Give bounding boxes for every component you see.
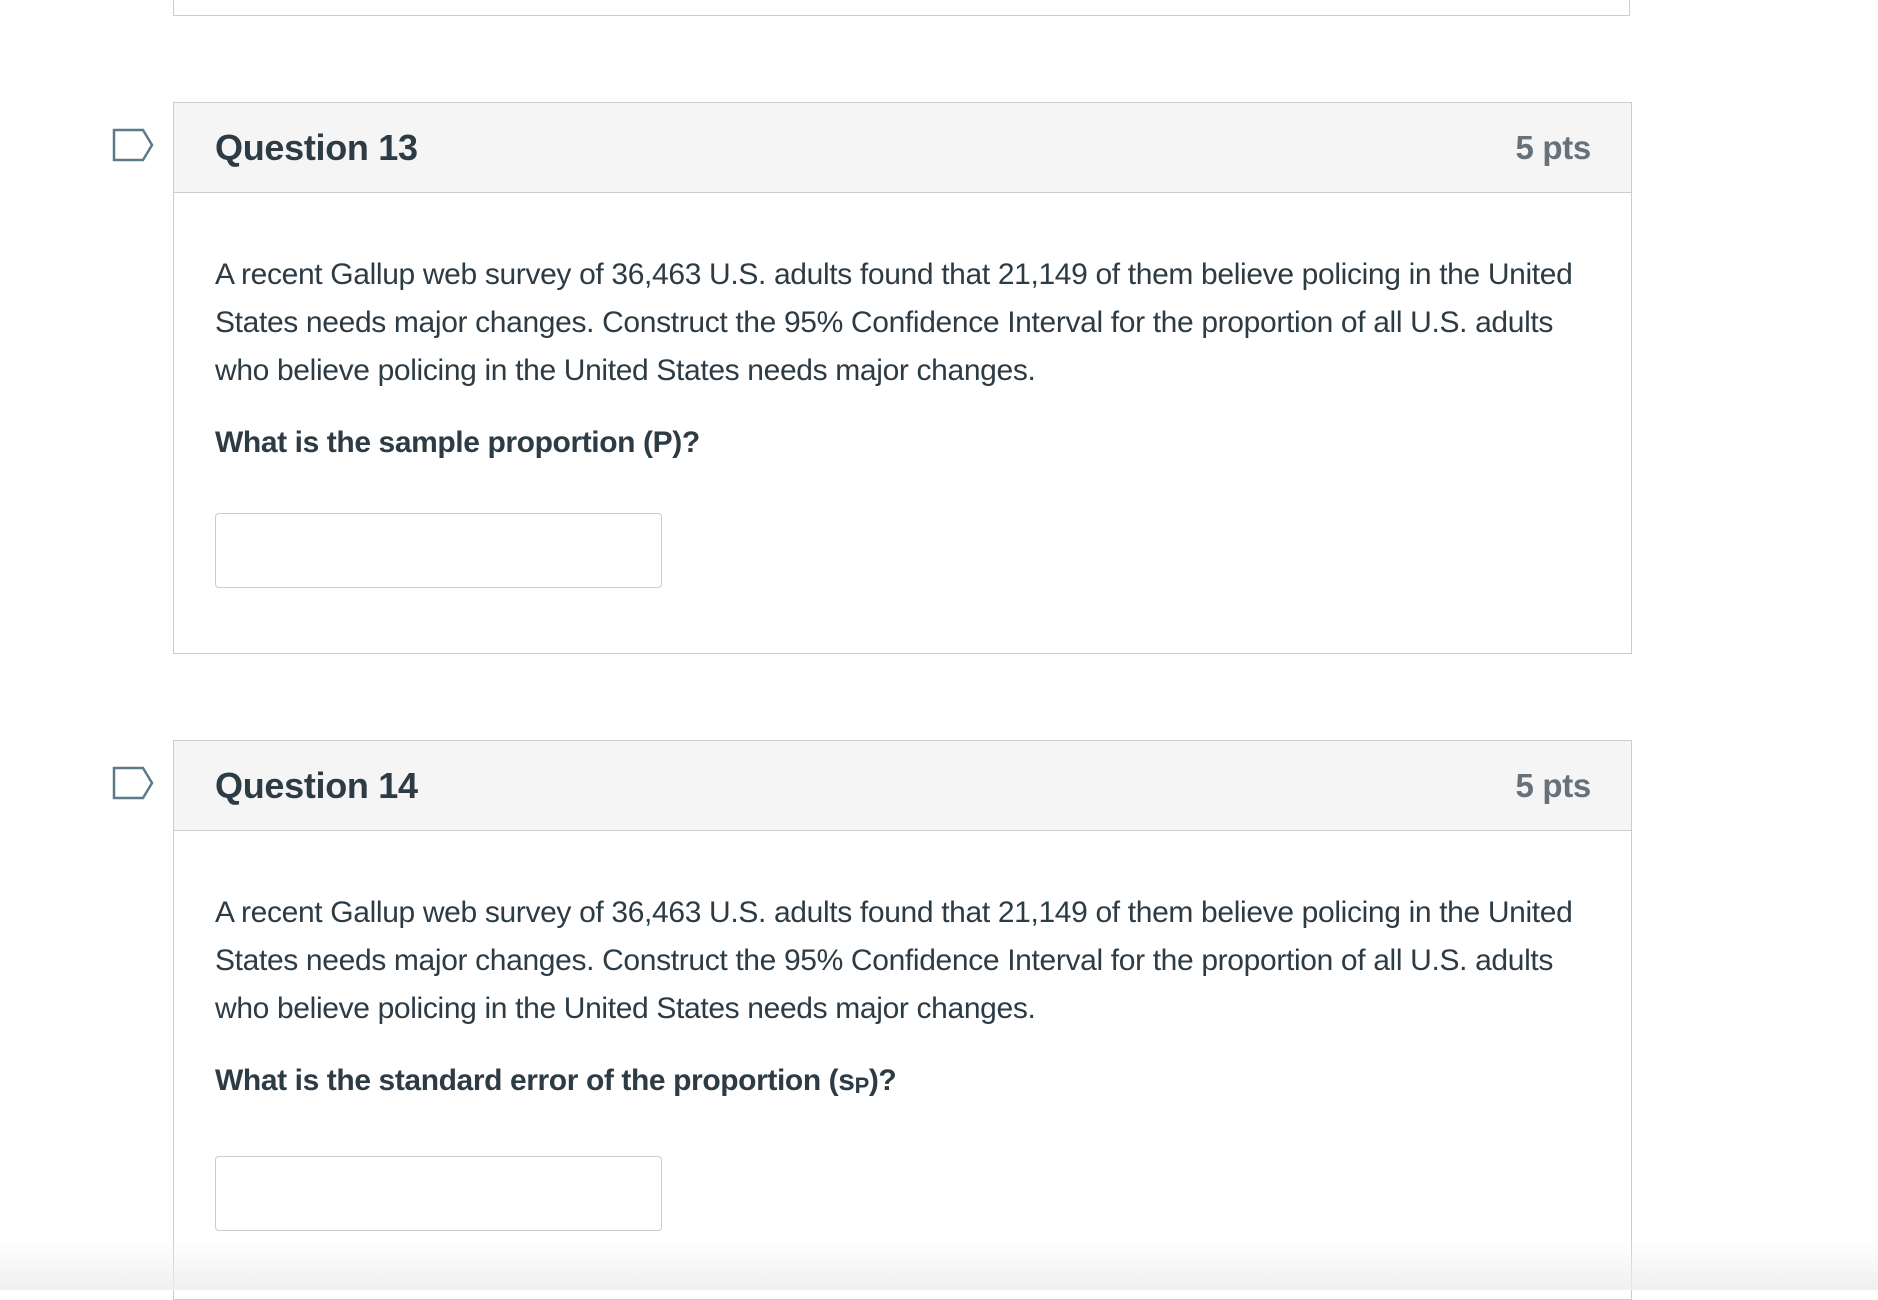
question-14-card: Question 14 5 pts A recent Gallup web su…	[173, 740, 1632, 1300]
question-13-points: 5 pts	[1515, 128, 1591, 166]
question-13-title: Question 13	[215, 126, 418, 168]
question-13-answer-input[interactable]	[215, 513, 662, 588]
question-13-text: A recent Gallup web survey of 36,463 U.S…	[215, 258, 1573, 387]
question-14-answer-input[interactable]	[215, 1156, 662, 1231]
question-13-card: Question 13 5 pts A recent Gallup web su…	[173, 102, 1632, 654]
question-14-prompt-subscript: P	[854, 1073, 870, 1098]
question-13-body: A recent Gallup web survey of 36,463 U.S…	[174, 193, 1631, 588]
question-14-text: A recent Gallup web survey of 36,463 U.S…	[215, 896, 1573, 1025]
question-14-title: Question 14	[215, 764, 418, 806]
question-14-points: 5 pts	[1515, 766, 1591, 804]
previous-question-bottom	[173, 0, 1630, 16]
flag-question-14-icon[interactable]	[112, 766, 154, 800]
question-13-prompt: What is the sample proportion (P)?	[215, 426, 700, 459]
question-14-prompt-end: )?	[868, 1064, 897, 1097]
question-14-header: Question 14 5 pts	[174, 741, 1631, 831]
question-14-prompt: What is the standard error of the propor…	[215, 1057, 1591, 1110]
flag-question-13-icon[interactable]	[112, 128, 154, 162]
question-14-body: A recent Gallup web survey of 36,463 U.S…	[174, 831, 1631, 1231]
question-14-prompt-main: What is the standard error of the propor…	[215, 1064, 855, 1097]
question-13-header: Question 13 5 pts	[174, 103, 1631, 193]
